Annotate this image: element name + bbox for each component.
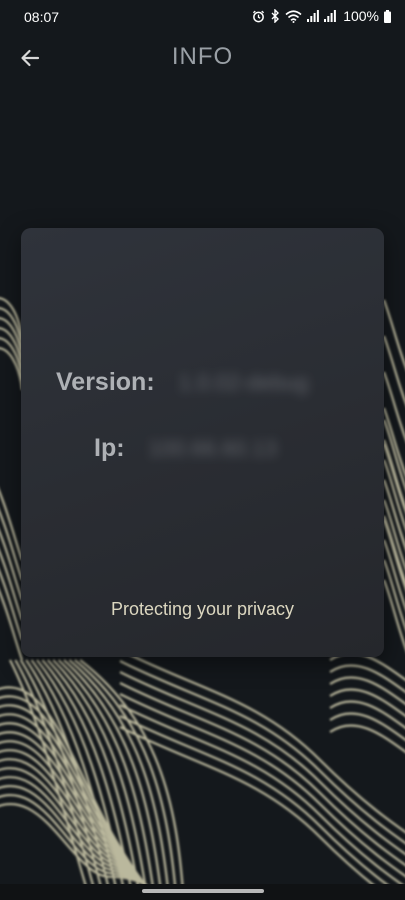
gesture-handle[interactable] bbox=[142, 889, 264, 893]
alarm-icon bbox=[253, 10, 265, 22]
version-row: Version: 1.0.02-debug bbox=[56, 368, 308, 397]
ip-label: Ip: bbox=[94, 434, 125, 462]
ip-row: Ip: 100.66.60.13 bbox=[94, 434, 277, 463]
version-value: 1.0.02-debug bbox=[178, 369, 309, 395]
status-bar: 08:07 100% bbox=[0, 0, 405, 34]
privacy-tagline: Protecting your privacy bbox=[110, 599, 295, 619]
app-bar: INFO bbox=[0, 34, 405, 82]
signal-icon bbox=[307, 10, 320, 22]
signal-icon bbox=[324, 10, 337, 22]
status-icons: 100% bbox=[252, 8, 391, 24]
battery-icon bbox=[384, 9, 391, 23]
battery-level: 100% bbox=[343, 8, 379, 24]
page-title: INFO bbox=[171, 43, 234, 70]
status-time: 08:07 bbox=[24, 9, 60, 25]
info-card: Version: 1.0.02-debug Ip: 100.66.60.13 P… bbox=[21, 228, 384, 657]
version-label: Version: bbox=[56, 368, 155, 396]
ip-value: 100.66.60.13 bbox=[148, 435, 278, 461]
bluetooth-icon bbox=[271, 9, 280, 23]
wifi-icon bbox=[285, 9, 302, 23]
